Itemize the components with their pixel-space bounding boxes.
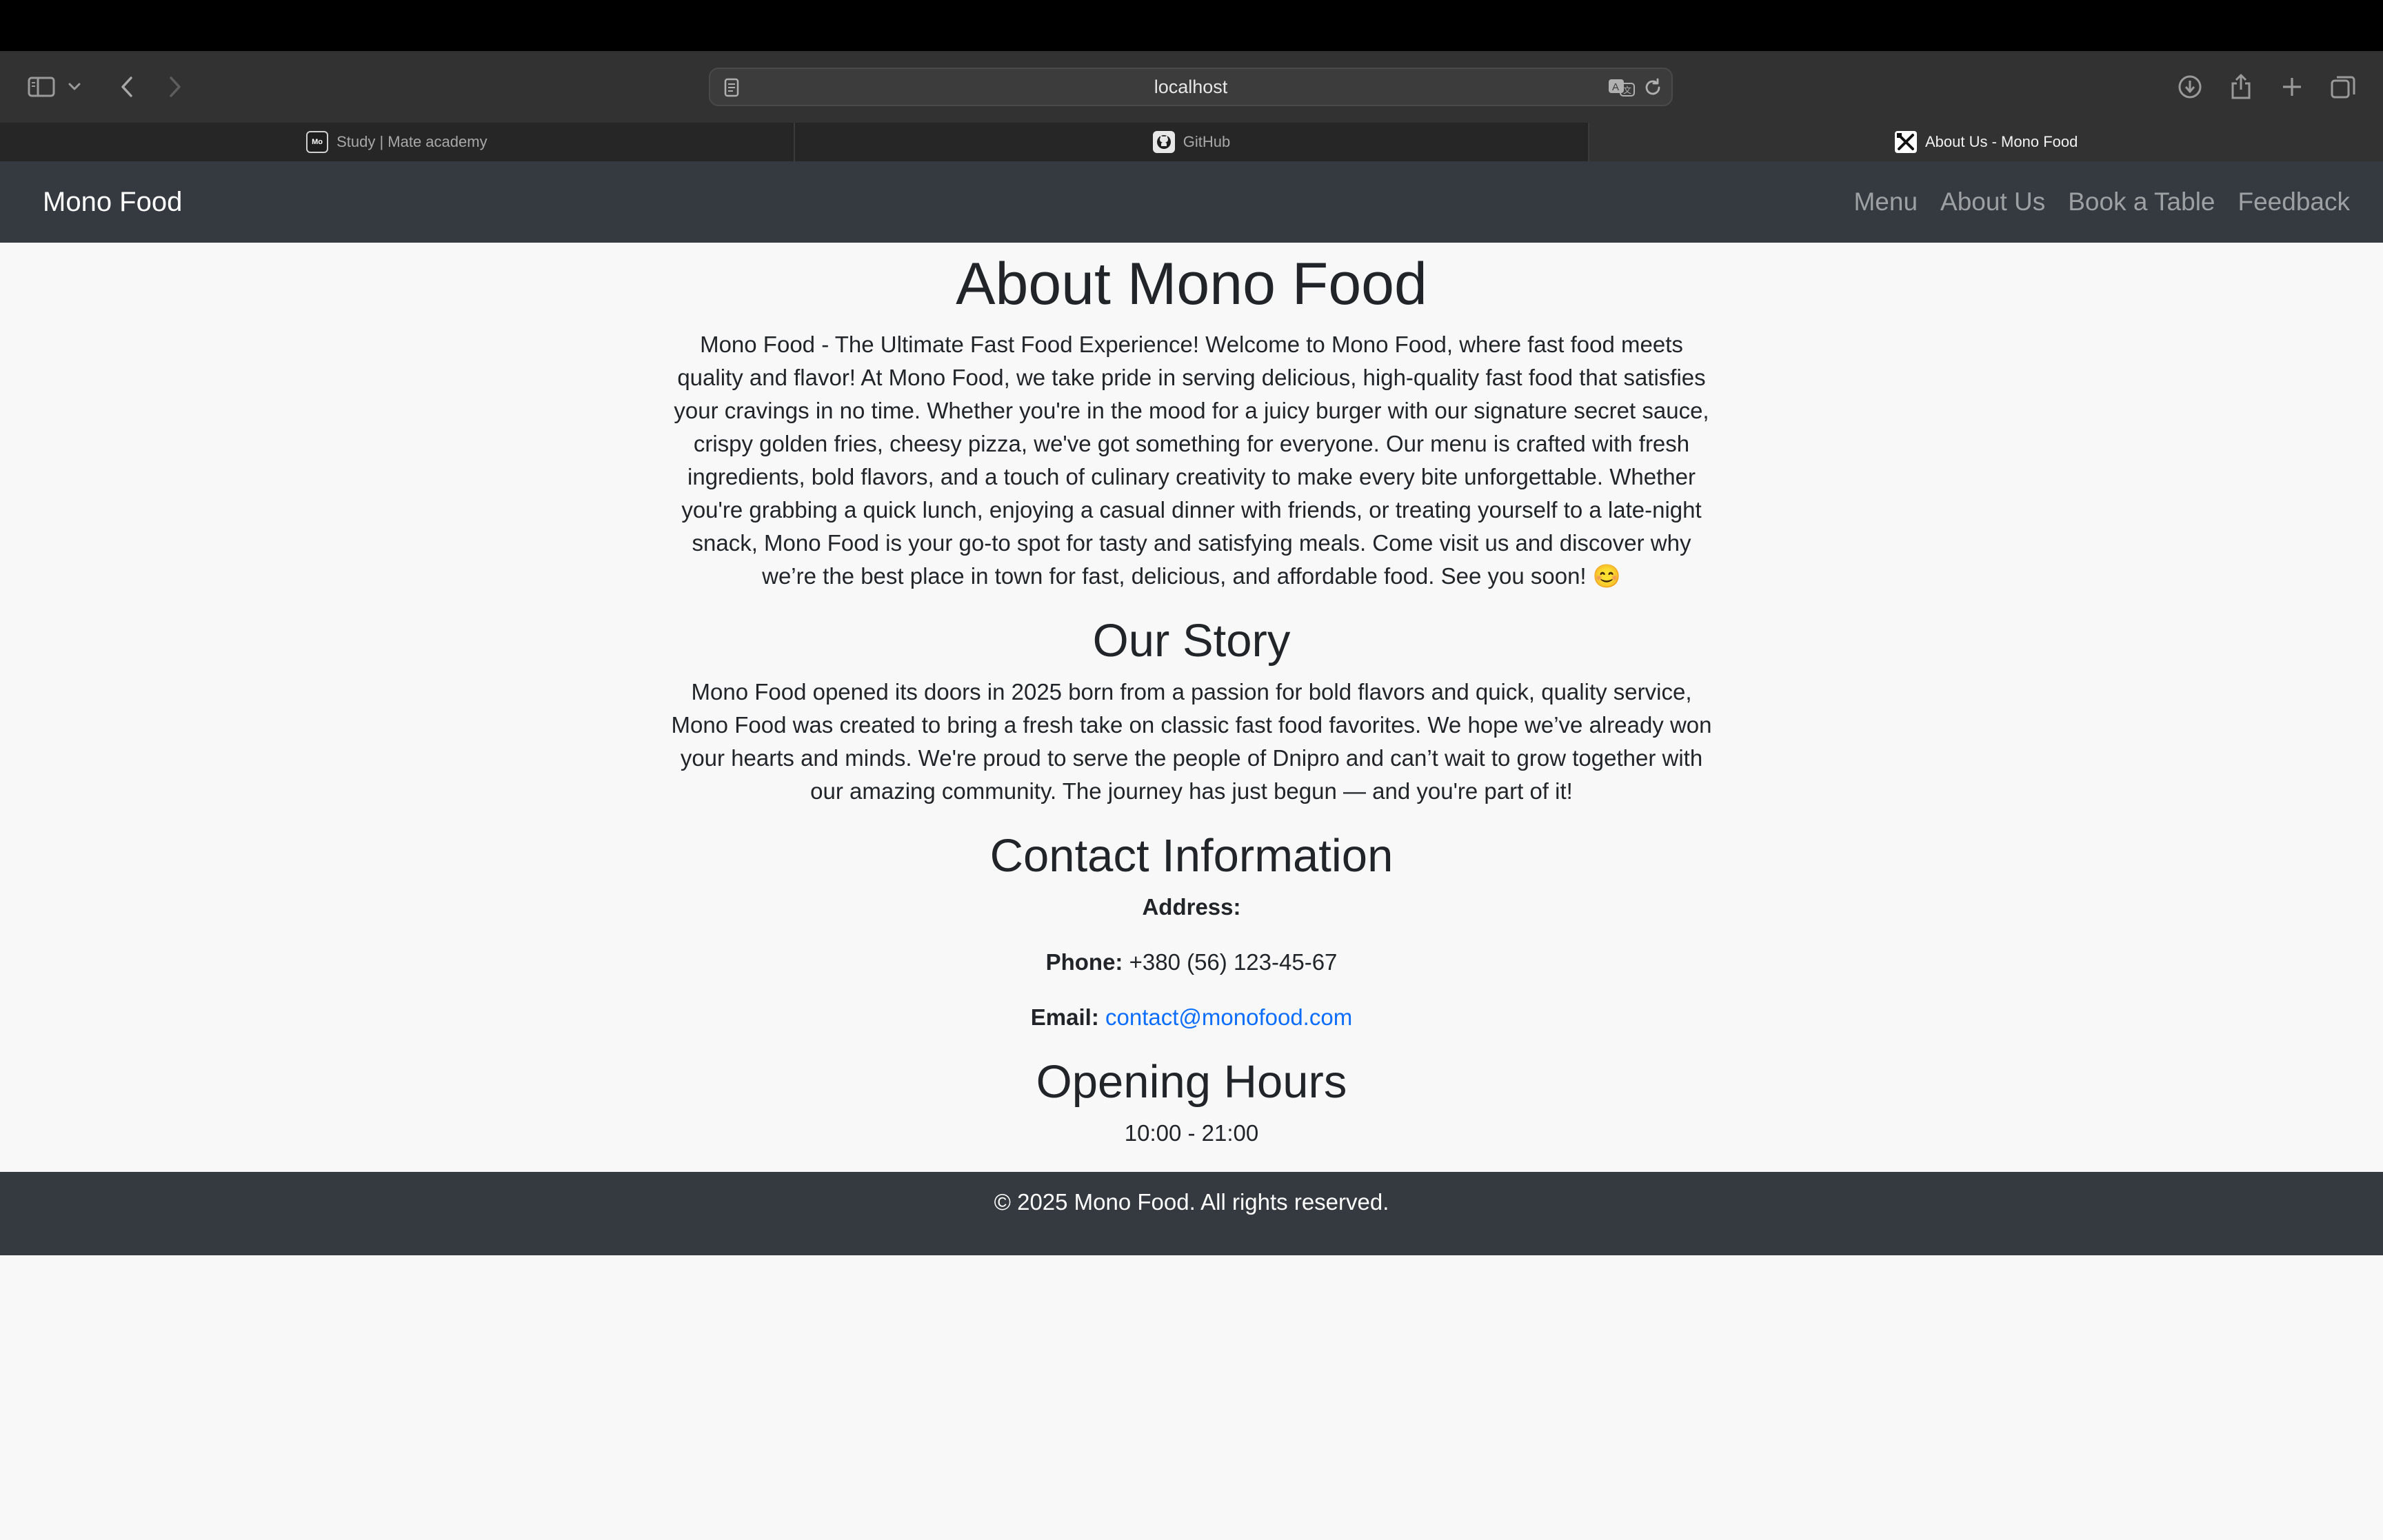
page-title: About Mono Food	[956, 251, 1427, 317]
story-heading: Our Story	[1092, 615, 1291, 667]
tab-bar: Mo Study | Mate academy GitHub About Us …	[0, 123, 2383, 161]
svg-text:文: 文	[1623, 85, 1631, 95]
email-label: Email:	[1030, 1004, 1099, 1030]
back-icon[interactable]	[109, 69, 145, 105]
main-content: About Mono Food Mono Food - The Ultimate…	[662, 243, 1721, 1150]
nav-feedback[interactable]: Feedback	[2238, 188, 2351, 216]
phone-value: +380 (56) 123-45-67	[1129, 949, 1338, 975]
github-icon	[1152, 131, 1175, 153]
reload-icon[interactable]	[1641, 76, 1665, 99]
address-line: Address:	[662, 891, 1721, 924]
browser-toolbar: localhost A文	[0, 51, 2383, 123]
new-tab-icon[interactable]	[2274, 69, 2310, 105]
contact-info: Address: Phone: +380 (56) 123-45-67 Emai…	[662, 891, 1721, 1034]
phone-label: Phone:	[1045, 949, 1123, 975]
share-icon[interactable]	[2223, 69, 2259, 105]
tab-github[interactable]: GitHub	[795, 123, 1590, 161]
contact-heading: Contact Information	[989, 830, 1394, 882]
svg-text:A: A	[1612, 81, 1619, 93]
tab-mate-academy[interactable]: Mo Study | Mate academy	[0, 123, 795, 161]
nav-menu[interactable]: Menu	[1853, 188, 1918, 216]
email-link[interactable]: contact@monofood.com	[1105, 1004, 1352, 1030]
phone-line: Phone: +380 (56) 123-45-67	[662, 946, 1721, 979]
nav-links: Menu About Us Book a Table Feedback	[1853, 161, 2350, 243]
mate-academy-favicon: Mo	[306, 131, 329, 153]
nav-book-a-table[interactable]: Book a Table	[2068, 188, 2215, 216]
email-line: Email: contact@monofood.com	[662, 1001, 1721, 1034]
tab-label: About Us - Mono Food	[1925, 133, 2078, 150]
hours-value: 10:00 - 21:00	[1124, 1120, 1259, 1146]
tab-about-us[interactable]: About Us - Mono Food	[1589, 123, 2383, 161]
sidebar-icon[interactable]	[23, 69, 59, 105]
site-footer: © 2025 Mono Food. All rights reserved.	[0, 1172, 2383, 1255]
address-label: Address:	[1142, 894, 1241, 920]
story-text: Mono Food opened its doors in 2025 born …	[671, 679, 1712, 804]
tab-overview-icon[interactable]	[2325, 69, 2361, 105]
site-navbar: Mono Food Menu About Us Book a Table Fee…	[0, 161, 2383, 243]
macos-menu-bar	[0, 0, 2383, 51]
tab-label: Study | Mate academy	[336, 133, 487, 150]
nav-about-us[interactable]: About Us	[1940, 188, 2045, 216]
utensils-icon	[1895, 131, 1917, 153]
forward-icon[interactable]	[157, 69, 193, 105]
footer-copyright: © 2025 Mono Food. All rights reserved.	[994, 1189, 1389, 1215]
url-text: localhost	[1154, 77, 1228, 97]
address-bar[interactable]: localhost A文	[709, 68, 1673, 106]
chevron-down-icon[interactable]	[63, 69, 86, 105]
translate-icon[interactable]: A文	[1608, 76, 1636, 99]
about-intro-text: Mono Food - The Ultimate Fast Food Exper…	[674, 332, 1709, 589]
download-icon[interactable]	[2172, 69, 2208, 105]
hours-heading: Opening Hours	[1036, 1056, 1347, 1108]
tab-label: GitHub	[1183, 133, 1231, 150]
brand-link[interactable]: Mono Food	[43, 161, 182, 243]
